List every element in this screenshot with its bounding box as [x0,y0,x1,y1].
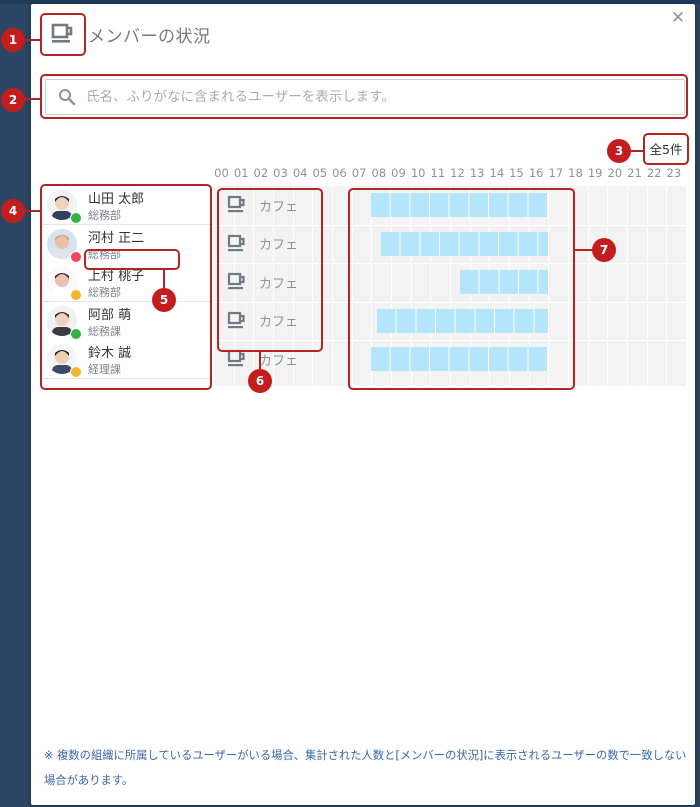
hour-label: 16 [528,166,544,180]
member-status-dialog [31,4,695,805]
callout-leader-1 [24,39,40,41]
hour-label: 11 [430,166,446,180]
hour-label: 19 [587,166,603,180]
callout-leader-2 [24,98,40,100]
hour-label: 05 [312,166,328,180]
callout-badge-1: 1 [1,28,25,52]
callout-leader-7 [575,249,593,251]
hour-gridline [587,186,589,386]
callout-badge-2: 2 [1,88,25,112]
callout-leader-5 [163,270,165,290]
hour-gridline [666,186,668,386]
callout-box-7 [348,188,575,390]
close-icon[interactable]: ✕ [668,8,688,28]
hour-label: 09 [391,166,406,180]
callout-box-6 [217,188,323,352]
hour-label: 21 [627,166,642,180]
callout-box-1 [40,13,86,56]
hour-label: 07 [351,166,367,180]
hour-label: 03 [273,166,288,180]
callout-box-5 [84,249,180,270]
callout-badge-7: 7 [592,238,616,262]
callout-leader-4 [24,210,40,212]
hour-label: 17 [548,166,564,180]
dialog-title: メンバーの状況 [88,26,211,47]
callout-badge-3: 3 [607,139,631,163]
footnote: ※ 複数の組織に所属しているユーザーがいる場合、集計された人数と[メンバーの状況… [44,749,687,787]
status-label: カフェ [259,353,299,369]
hour-gridline [646,186,648,386]
hour-gridline [332,186,333,386]
hour-label: 00 [214,166,229,180]
hour-label: 08 [371,166,387,180]
hour-gridline [627,186,628,386]
callout-leader-3 [630,150,643,152]
hour-gridline [607,186,609,386]
hour-label: 18 [568,166,583,180]
hour-label: 02 [253,166,269,180]
callout-badge-4: 4 [1,199,25,223]
callout-badge-6: 6 [248,369,272,393]
hour-label: 04 [292,166,308,180]
hour-label: 12 [450,166,465,180]
callout-badge-5: 5 [152,288,176,312]
callout-box-2 [40,74,688,119]
hour-label: 20 [607,166,623,180]
hour-label: 14 [489,166,505,180]
hour-label: 01 [233,166,249,180]
hour-label: 22 [646,166,662,180]
hour-label: 10 [410,166,426,180]
callout-box-4 [40,184,212,390]
hour-label: 15 [509,166,524,180]
hour-label: 13 [469,166,485,180]
callout-box-3 [643,133,689,165]
hour-label: 06 [332,166,347,180]
hour-label: 23 [666,166,682,180]
callout-leader-6 [259,352,261,370]
